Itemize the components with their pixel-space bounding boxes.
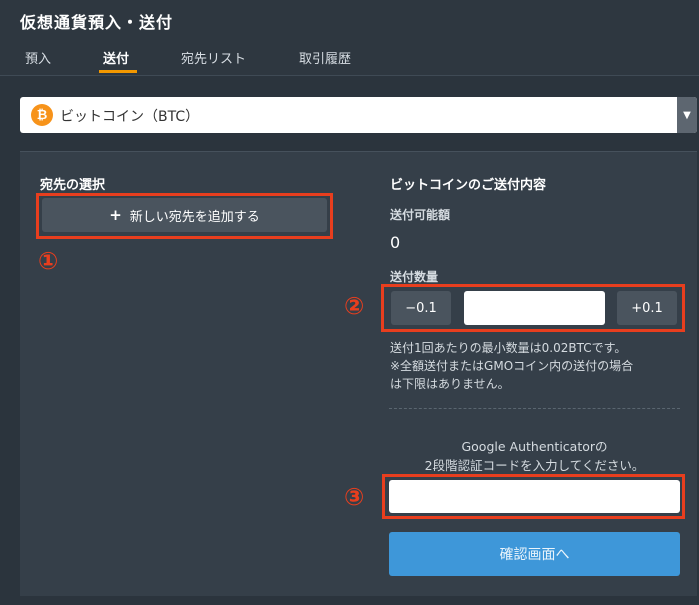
add-destination-button[interactable]: + 新しい宛先を追加する: [42, 198, 327, 232]
auth-code-input[interactable]: [389, 480, 680, 513]
tab-deposit[interactable]: 預入: [25, 48, 51, 67]
plus-icon: +: [109, 206, 122, 224]
tab-send[interactable]: 送付: [103, 48, 129, 67]
decrement-button[interactable]: −0.1: [391, 291, 451, 325]
note-line-1: 送付1回あたりの最小数量は0.02BTCです。: [390, 341, 627, 355]
active-tab-indicator: [99, 70, 137, 73]
note-line-2: ※全額送付またはGMOコイン内の送付の場合: [390, 359, 634, 373]
section-divider: [389, 408, 680, 409]
coin-select-value: ビットコイン（BTC）: [60, 109, 200, 125]
bitcoin-icon: ₿: [31, 104, 53, 126]
increment-button[interactable]: +0.1: [617, 291, 677, 325]
quantity-label: 送付数量: [390, 270, 439, 284]
auth-instruction-line-1: Google Authenticatorの: [461, 439, 608, 454]
confirm-button[interactable]: 確認画面へ: [389, 532, 680, 576]
available-value: 0: [390, 233, 401, 252]
annotation-marker-1: ①: [38, 247, 59, 275]
coin-select[interactable]: ₿ ビットコイン（BTC） ▼: [20, 97, 697, 133]
page-title: 仮想通貨預入・送付: [20, 13, 174, 32]
header-divider: [0, 75, 699, 76]
destination-heading: 宛先の選択: [40, 178, 106, 193]
auth-instruction-line-2: 2段階認証コードを入力してください。: [424, 458, 645, 473]
quantity-input[interactable]: [464, 291, 605, 325]
available-label: 送付可能額: [390, 208, 451, 222]
annotation-marker-2: ②: [344, 292, 365, 320]
tab-address-list[interactable]: 宛先リスト: [181, 48, 246, 67]
annotation-marker-3: ③: [344, 483, 365, 511]
tab-history[interactable]: 取引履歴: [299, 48, 351, 67]
note-line-3: は下限はありません。: [390, 377, 510, 391]
add-destination-label: 新しい宛先を追加する: [129, 209, 260, 225]
chevron-down-icon[interactable]: ▼: [677, 97, 697, 133]
send-heading: ビットコインのご送付内容: [390, 178, 547, 193]
